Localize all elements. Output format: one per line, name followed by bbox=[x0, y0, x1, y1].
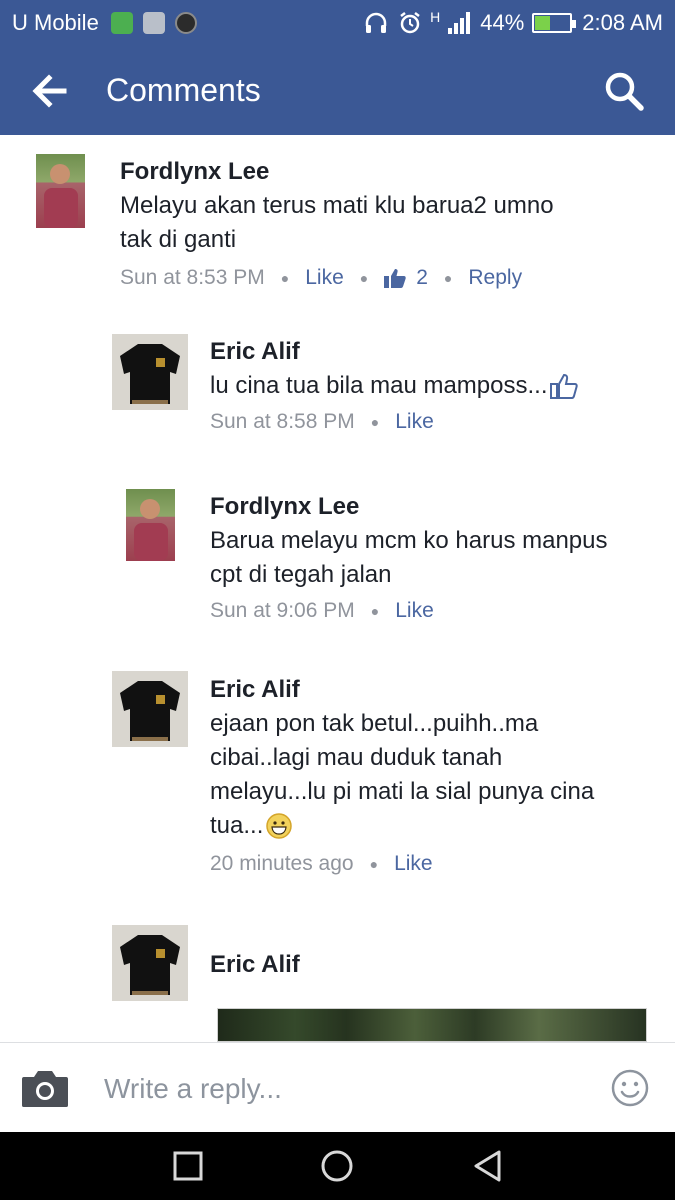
like-link[interactable]: Like bbox=[395, 596, 434, 626]
comment-time: Sun at 9:06 PM bbox=[210, 599, 355, 622]
comment-body: Eric Alif bbox=[210, 950, 650, 980]
avatar[interactable] bbox=[112, 334, 188, 410]
comment-author[interactable]: Fordlynx Lee bbox=[210, 492, 660, 522]
status-right: H 44% 2:08 AM bbox=[354, 9, 663, 37]
reply-input[interactable] bbox=[104, 1067, 584, 1111]
comment-text: Melayu akan terus mati klu barua2 umno t… bbox=[120, 189, 660, 257]
back-icon bbox=[474, 1150, 501, 1182]
comment-text: Barua melayu mcm ko harus manpus cpt di … bbox=[210, 524, 660, 592]
separator-dot: ● bbox=[280, 270, 290, 286]
status-bar: U Mobile H 44% 2:08 AM bbox=[0, 0, 675, 46]
camera-icon bbox=[22, 1071, 68, 1107]
separator-dot: ● bbox=[443, 270, 453, 286]
comment-line: lu cina tua bila mau mamposs... bbox=[210, 372, 548, 399]
app-icon bbox=[174, 12, 197, 34]
comment-line: tak di ganti bbox=[120, 226, 237, 253]
smiley-icon bbox=[611, 1069, 649, 1107]
network-type: H bbox=[430, 9, 441, 25]
battery-percent: 44% bbox=[480, 10, 525, 35]
comment-image-attachment[interactable] bbox=[217, 1008, 647, 1042]
comment-line: cibai..lagi mau duduk tanah bbox=[210, 744, 503, 771]
comment-reply-item: Fordlynx Lee Barua melayu mcm ko harus m… bbox=[0, 470, 675, 655]
comment-text: ejaan pon tak betul...puihh..ma cibai..l… bbox=[210, 707, 660, 843]
comment-line: Barua melayu mcm ko harus manpus bbox=[210, 527, 608, 554]
thumbs-up-icon bbox=[384, 269, 406, 288]
grinning-emoji-icon bbox=[266, 813, 293, 839]
battery-icon bbox=[532, 13, 577, 33]
comment-body: Eric Alif ejaan pon tak betul...puihh..m… bbox=[210, 675, 660, 879]
comment-line: cpt di tegah jalan bbox=[210, 561, 392, 588]
status-left: U Mobile bbox=[12, 9, 207, 37]
comments-list: Fordlynx Lee Melayu akan terus mati klu … bbox=[0, 135, 675, 1042]
comment-meta: 20 minutes ago ● Like bbox=[210, 849, 660, 879]
comment-item: Fordlynx Lee Melayu akan terus mati klu … bbox=[0, 135, 675, 315]
search-button[interactable] bbox=[601, 68, 647, 114]
app-bar: Comments bbox=[0, 46, 675, 135]
comment-meta: Sun at 8:53 PM ● Like ● 2 ● Reply bbox=[120, 263, 660, 293]
home-button[interactable] bbox=[319, 1148, 355, 1184]
home-icon bbox=[321, 1150, 353, 1182]
comment-time: 20 minutes ago bbox=[210, 852, 354, 875]
comment-time: Sun at 8:58 PM bbox=[210, 410, 355, 433]
comment-line: tua... bbox=[210, 812, 264, 839]
like-link[interactable]: Like bbox=[305, 263, 344, 293]
system-nav-bar bbox=[0, 1132, 675, 1200]
avatar[interactable] bbox=[112, 925, 188, 1001]
like-link[interactable]: Like bbox=[394, 849, 433, 879]
comment-time: Sun at 8:53 PM bbox=[120, 266, 265, 289]
headphones-app-icon bbox=[110, 12, 133, 34]
like-count-value: 2 bbox=[416, 266, 428, 289]
comment-meta: Sun at 8:58 PM ● Like bbox=[210, 407, 650, 437]
headphones-icon bbox=[364, 12, 388, 34]
alarm-icon bbox=[398, 11, 422, 35]
emoji-button[interactable] bbox=[611, 1069, 649, 1107]
comment-body: Fordlynx Lee Melayu akan terus mati klu … bbox=[120, 157, 660, 293]
comment-body: Fordlynx Lee Barua melayu mcm ko harus m… bbox=[210, 492, 660, 626]
comment-text: lu cina tua bila mau mamposs... bbox=[210, 369, 650, 403]
separator-dot: ● bbox=[369, 856, 379, 872]
avatar[interactable] bbox=[126, 489, 175, 561]
carrier-name: U Mobile bbox=[12, 10, 99, 35]
comment-body: Eric Alif lu cina tua bila mau mamposs..… bbox=[210, 337, 650, 437]
like-count[interactable]: 2 bbox=[384, 263, 428, 293]
comment-author[interactable]: Eric Alif bbox=[210, 950, 650, 980]
comment-reply-item: Eric Alif lu cina tua bila mau mamposs..… bbox=[0, 315, 675, 470]
separator-dot: ● bbox=[370, 414, 380, 430]
thumbs-up-icon bbox=[549, 373, 578, 399]
comment-line: Melayu akan terus mati klu barua2 umno bbox=[120, 192, 554, 219]
comment-line: melayu...lu pi mati la sial punya cina bbox=[210, 778, 595, 805]
back-nav-button[interactable] bbox=[470, 1148, 506, 1184]
like-link[interactable]: Like bbox=[395, 407, 434, 437]
separator-dot: ● bbox=[370, 603, 380, 619]
comment-author[interactable]: Eric Alif bbox=[210, 675, 660, 705]
comment-author[interactable]: Eric Alif bbox=[210, 337, 650, 367]
arrow-left-icon bbox=[32, 74, 67, 108]
avatar[interactable] bbox=[112, 671, 188, 747]
recent-apps-button[interactable] bbox=[170, 1148, 206, 1184]
camera-button[interactable] bbox=[20, 1069, 70, 1109]
page-title: Comments bbox=[106, 72, 261, 108]
comment-line: ejaan pon tak betul...puihh..ma bbox=[210, 710, 539, 737]
reply-bar bbox=[0, 1042, 675, 1132]
comment-reply-item: Eric Alif ejaan pon tak betul...puihh..m… bbox=[0, 655, 675, 910]
clock: 2:08 AM bbox=[582, 10, 663, 35]
comment-line-last: tua... bbox=[210, 809, 660, 843]
comment-meta: Sun at 9:06 PM ● Like bbox=[210, 596, 660, 626]
signal-icon bbox=[448, 12, 471, 34]
search-icon bbox=[605, 72, 644, 111]
recent-apps-icon bbox=[173, 1151, 203, 1181]
back-button[interactable] bbox=[28, 70, 74, 112]
reply-link[interactable]: Reply bbox=[468, 263, 522, 293]
comment-author[interactable]: Fordlynx Lee bbox=[120, 157, 660, 187]
separator-dot: ● bbox=[359, 270, 369, 286]
image-icon bbox=[142, 12, 165, 34]
avatar[interactable] bbox=[36, 154, 85, 228]
